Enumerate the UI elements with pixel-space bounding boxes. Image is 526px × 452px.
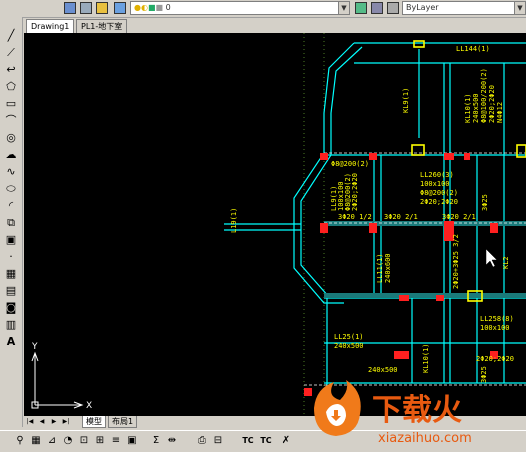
beam-label: Φ8@100/200(2) — [480, 68, 488, 123]
tab-model[interactable]: 模型 — [82, 416, 106, 428]
next-tab-icon[interactable]: ▶ — [50, 417, 58, 426]
layer-combo[interactable]: ●◐■■ 0 ▼ — [130, 1, 350, 15]
osnap-icon[interactable]: ⊡ — [78, 435, 90, 447]
grid-icon[interactable]: ▦ — [30, 435, 42, 447]
beam-label: 100x100 — [420, 180, 450, 188]
first-tab-icon[interactable]: |◀ — [26, 417, 34, 426]
spline-icon[interactable]: ∿ — [4, 165, 18, 179]
watermark-url: xiazaihuo.com — [378, 431, 472, 446]
cursor-arrow-icon — [485, 248, 498, 268]
point-icon[interactable]: · — [4, 250, 18, 264]
prev-tab-icon[interactable]: ◀ — [38, 417, 46, 426]
linetype-value: ByLayer — [406, 3, 439, 12]
beam-label: LL260(3) — [420, 171, 454, 179]
drawing-canvas[interactable]: LL144(1) KL9(1) KL10(1) 240x500 Φ8@100/2… — [24, 33, 526, 416]
table-icon[interactable]: ▥ — [4, 318, 18, 332]
tab-pl1-basement[interactable]: PL1-地下室 — [76, 19, 128, 33]
snap-icon[interactable]: ⚲ — [14, 435, 26, 447]
beam-label: LL258(8) — [480, 315, 514, 323]
beam-label: 240x500 — [368, 366, 398, 374]
beam-label: 240x500 — [472, 93, 480, 123]
make-current-layer-icon[interactable] — [355, 2, 367, 14]
model-space-icon[interactable]: ▣ — [126, 435, 138, 447]
beam-label: KL2 — [502, 256, 510, 269]
color-control-icon[interactable] — [387, 2, 399, 14]
sum-icon[interactable]: Σ — [150, 435, 162, 447]
tc-edit-icon[interactable]: TC — [260, 435, 272, 447]
beam-label: LL144(1) — [456, 45, 490, 53]
beam-label: KL10(1) — [464, 93, 472, 123]
top-toolbar: ●◐■■ 0 ▼ ByLayer ▼ — [0, 0, 526, 18]
print-icon[interactable]: ⎙ — [196, 435, 208, 447]
line-icon[interactable]: ╱ — [4, 29, 18, 43]
floor-plan: LL144(1) KL9(1) KL10(1) 240x500 Φ8@100/2… — [31, 33, 526, 416]
layer-value: 0 — [165, 3, 171, 12]
beam-label: KL9(1) — [402, 88, 410, 113]
polygon-icon[interactable]: ⬠ — [4, 80, 18, 94]
construction-line-icon[interactable]: ⟋ — [4, 46, 18, 60]
beam-label: KL10(1) — [422, 343, 430, 373]
beam-label: 3Φ25 — [481, 194, 489, 211]
text-icon[interactable]: A — [4, 335, 18, 349]
draw-toolbar: ╱ ⟋ ↩ ⬠ ▭ ⌒ ◎ ☁ ∿ ⬭ ◜ ⧉ ▣ · ▦ ▤ ◙ ▥ A — [0, 17, 23, 427]
otrack-icon[interactable]: ⊞ — [94, 435, 106, 447]
tools-icon[interactable]: ✗ — [280, 435, 292, 447]
tab-layout1[interactable]: 布局1 — [108, 416, 138, 428]
beam-label: Φ8@200(2) — [331, 160, 369, 168]
insert-block-icon[interactable]: ⧉ — [4, 216, 18, 230]
rectangle-icon[interactable]: ▭ — [4, 97, 18, 111]
gradient-icon[interactable]: ▤ — [4, 284, 18, 298]
last-tab-icon[interactable]: ▶| — [62, 417, 70, 426]
watermark: 下载火 xiazaihuo.com — [306, 378, 526, 448]
beam-label: Φ8@200(2) — [420, 189, 458, 197]
beam-label: 2Φ20;2Φ20 — [488, 85, 496, 123]
chevron-down-icon[interactable]: ▼ — [514, 2, 525, 14]
ortho-icon[interactable]: ⊿ — [46, 435, 58, 447]
dimension-icon[interactable]: ⇹ — [166, 435, 178, 447]
properties-icon[interactable] — [96, 2, 108, 14]
beam-label: L19(1) — [230, 208, 238, 233]
lineweight-icon[interactable]: ≡ — [110, 435, 122, 447]
zoom-icon[interactable] — [80, 2, 92, 14]
beam-label: 3Φ20 2/1 — [442, 213, 476, 221]
beam-label: 3Φ20 1/2 — [338, 213, 372, 221]
chevron-down-icon[interactable]: ▼ — [338, 2, 349, 14]
revision-cloud-icon[interactable]: ☁ — [4, 148, 18, 162]
polar-icon[interactable]: ◔ — [62, 435, 74, 447]
beam-label: 240x500 — [334, 342, 364, 350]
region-icon[interactable]: ◙ — [4, 301, 18, 315]
layer-manager-icon[interactable] — [114, 2, 126, 14]
beam-label: 2Φ20+3Φ25 3/2 — [452, 234, 460, 289]
tab-drawing1[interactable]: Drawing1 — [26, 19, 75, 33]
watermark-brand: 下载火 — [372, 393, 462, 428]
ucs-y-label: Y — [31, 342, 38, 352]
linetype-combo[interactable]: ByLayer ▼ — [402, 1, 526, 15]
hatch-icon[interactable]: ▦ — [4, 267, 18, 281]
polyline-icon[interactable]: ↩ — [4, 63, 18, 77]
circle-icon[interactable]: ◎ — [4, 131, 18, 145]
flame-logo-icon — [314, 380, 361, 436]
named-views-icon[interactable] — [64, 2, 76, 14]
beam-label: LL25(1) — [334, 333, 364, 341]
beam-label: 2Φ20;2Φ20 — [420, 198, 458, 206]
ellipse-arc-icon[interactable]: ◜ — [4, 199, 18, 213]
make-block-icon[interactable]: ▣ — [4, 233, 18, 247]
beam-label: 2Φ20;2Φ20 — [351, 173, 359, 211]
ucs-x-label: X — [86, 401, 92, 411]
beam-label: N4Φ12 — [496, 102, 504, 123]
arc-icon[interactable]: ⌒ — [4, 114, 18, 128]
layer-previous-icon[interactable] — [371, 2, 383, 14]
beam-label: 2Φ20;2Φ20 — [476, 355, 514, 363]
beam-label: LL11(1) — [376, 253, 384, 283]
beam-label: 3Φ20 2/1 — [384, 213, 418, 221]
beam-label: 100x100 — [480, 324, 510, 332]
beam-label: 240x600 — [384, 253, 392, 283]
document-tabs: Drawing1 PL1-地下室 — [24, 18, 526, 33]
plot-preview-icon[interactable]: ⊟ — [212, 435, 224, 447]
tc-icon[interactable]: TC — [242, 435, 254, 447]
ellipse-icon[interactable]: ⬭ — [4, 182, 18, 196]
